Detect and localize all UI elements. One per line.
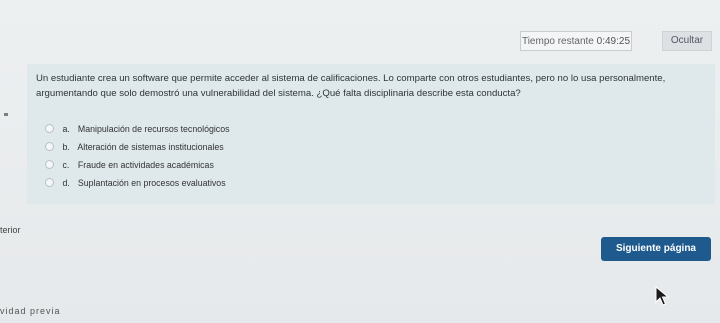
- question-text: Un estudiante crea un software que permi…: [36, 73, 666, 99]
- option-letter: a.: [62, 124, 70, 134]
- hide-timer-button[interactable]: Ocultar: [662, 31, 712, 51]
- answer-option-c[interactable]: c. Fraude en actividades académicas: [45, 157, 230, 173]
- option-text: Alteración de sistemas institucionales: [77, 142, 224, 152]
- radio-button-icon[interactable]: [45, 178, 54, 188]
- option-letter: c.: [62, 160, 70, 170]
- previous-page-button[interactable]: terior: [0, 225, 21, 235]
- quiz-page: Tiempo restante 0:49:25 Ocultar Un estud…: [0, 0, 720, 323]
- answer-option-a[interactable]: a. Manipulación de recursos tecnológicos: [45, 121, 230, 137]
- question-marker: [4, 113, 8, 116]
- next-page-button[interactable]: Siguiente página: [601, 237, 711, 261]
- option-text: Suplantación en procesos evaluativos: [77, 178, 226, 188]
- answer-option-d[interactable]: d. Suplantación en procesos evaluativos: [45, 175, 230, 191]
- radio-button-icon[interactable]: [45, 142, 54, 152]
- option-letter: d.: [62, 178, 70, 188]
- option-text: Manipulación de recursos tecnológicos: [77, 124, 230, 134]
- answer-options: a. Manipulación de recursos tecnológicos…: [45, 121, 230, 193]
- timer-label: Tiempo restante: [521, 36, 594, 47]
- question-card: Un estudiante crea un software que permi…: [27, 64, 715, 204]
- option-letter: b.: [62, 142, 70, 152]
- answer-option-b[interactable]: b. Alteración de sistemas institucionale…: [45, 139, 230, 155]
- radio-button-icon[interactable]: [45, 124, 54, 134]
- timer-value: 0:49:25: [596, 36, 631, 47]
- radio-button-icon[interactable]: [45, 160, 54, 170]
- timer-box: Tiempo restante 0:49:25: [520, 31, 632, 51]
- mouse-pointer-icon: [655, 286, 670, 306]
- option-text: Fraude en actividades académicas: [77, 160, 214, 170]
- previous-activity-link[interactable]: vidad previa: [0, 306, 61, 316]
